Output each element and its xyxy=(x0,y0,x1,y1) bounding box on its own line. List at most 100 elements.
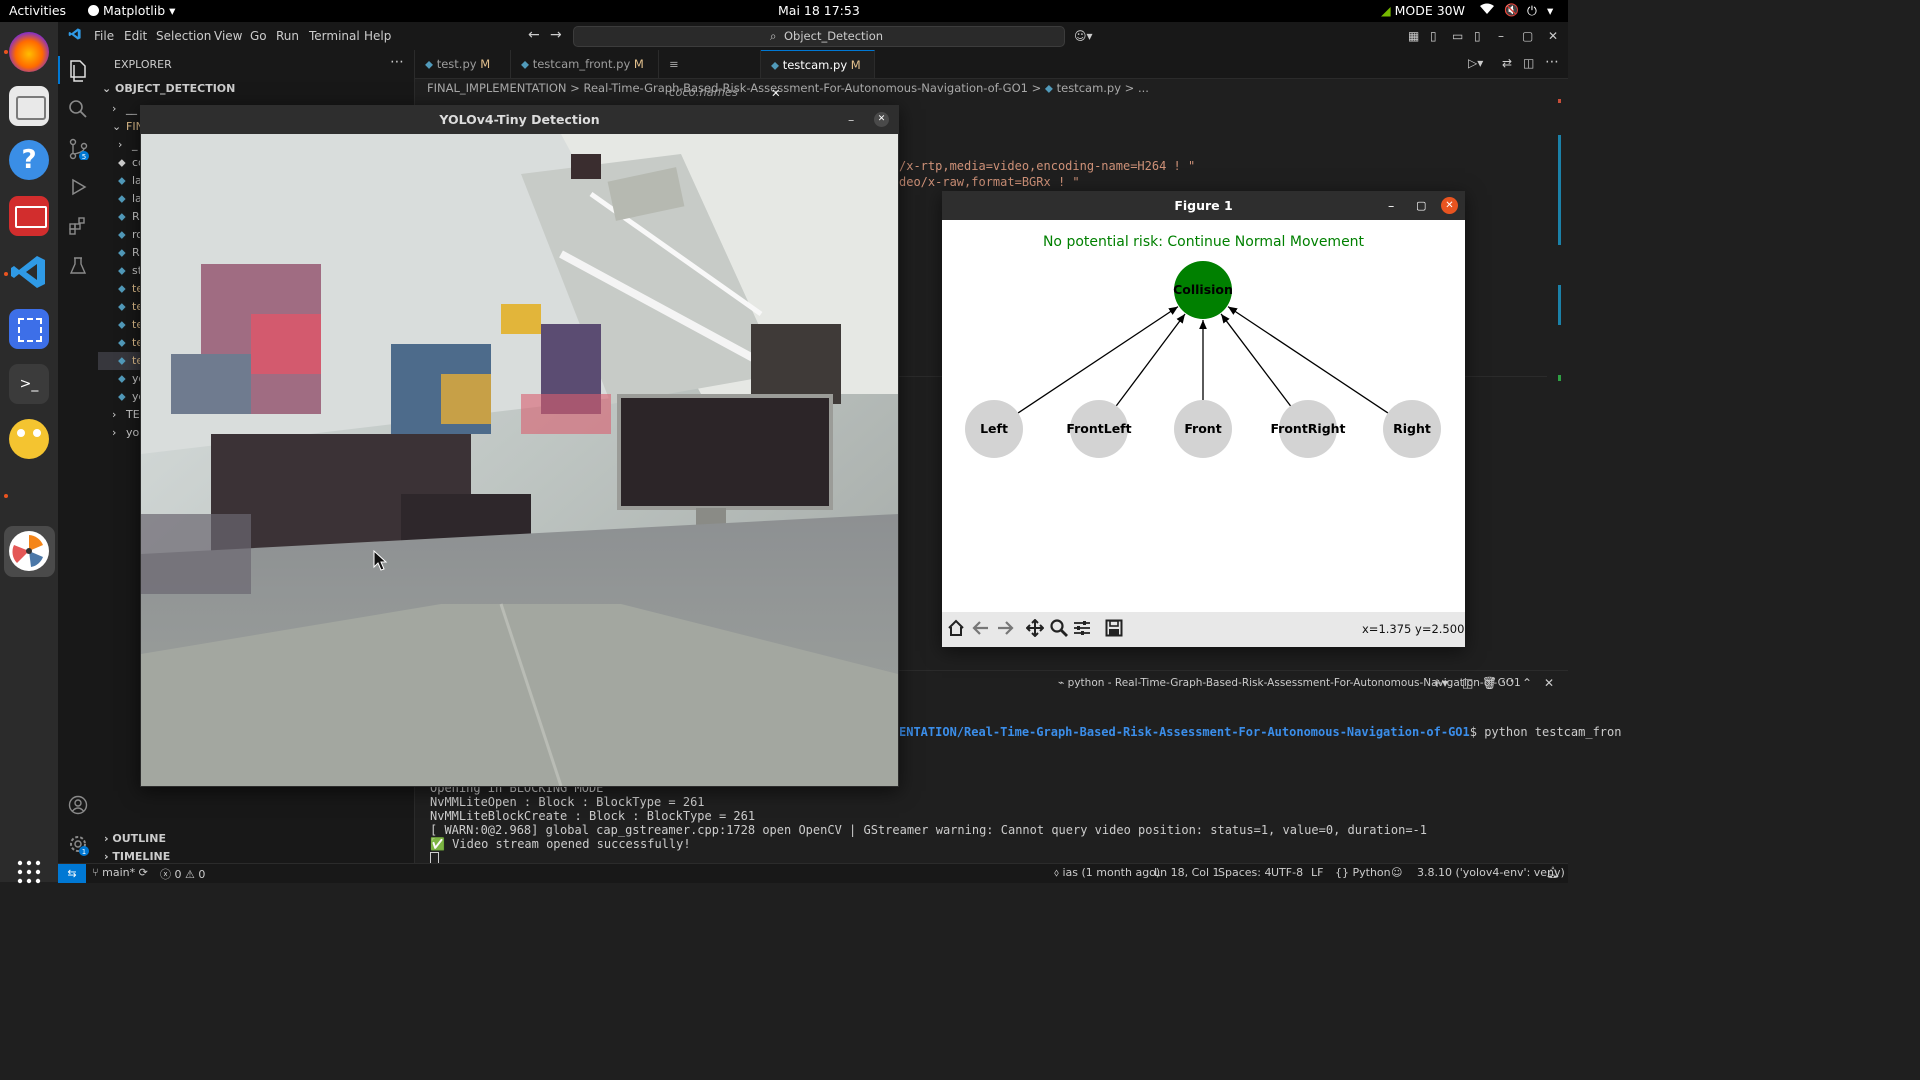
tab-test-py[interactable]: ⬥ test.py M xyxy=(415,50,511,78)
compare-changes-icon[interactable]: ⇄ xyxy=(1502,56,1512,70)
trash-icon[interactable]: 🗑 xyxy=(1482,676,1497,690)
show-apps-icon[interactable] xyxy=(17,860,41,884)
menu-selection[interactable]: Selection xyxy=(156,29,211,43)
toggle-panel-icon[interactable]: ▭ xyxy=(1452,29,1463,43)
system-monitor-icon[interactable] xyxy=(9,196,49,236)
power-icon[interactable]: ⏻ xyxy=(1527,3,1537,19)
split-terminal-icon[interactable]: ◫ xyxy=(1462,676,1473,690)
app-menu[interactable]: Matplotlib ▾ xyxy=(88,3,175,18)
toggle-secondary-sidebar-icon[interactable]: ▯ xyxy=(1474,29,1481,43)
testing-flask-icon[interactable] xyxy=(68,256,88,276)
account-icon[interactable] xyxy=(68,795,88,815)
run-python-file-icon[interactable]: ▷▾ xyxy=(1468,56,1483,70)
line-ending[interactable]: LF xyxy=(1311,866,1323,879)
frog-app-icon[interactable] xyxy=(9,419,49,459)
tab-coco-names[interactable]: ≡ coco.names xyxy=(659,50,761,99)
code-line[interactable]: /x-rtp,media=video,encoding-name=H264 ! … xyxy=(899,159,1195,173)
outline-section[interactable]: › OUTLINE xyxy=(104,832,166,845)
settings-gear-icon[interactable]: 1 xyxy=(68,834,90,856)
files-icon[interactable] xyxy=(9,86,49,126)
menu-edit[interactable]: Edit xyxy=(124,29,147,43)
close-icon[interactable]: ✕ xyxy=(1548,29,1558,43)
python-interpreter[interactable]: 3.8.10 ('yolov4-env': venv) xyxy=(1417,866,1565,879)
tab-testcam-front-py[interactable]: ⬥ testcam_front.py M xyxy=(511,50,659,78)
back-icon[interactable] xyxy=(972,619,990,637)
breadcrumb-item[interactable]: testcam.py xyxy=(1057,81,1121,95)
terminal-more-icon[interactable]: ⋯ xyxy=(1501,674,1514,689)
terminal-prompt[interactable]: ENTATION/Real-Time-Graph-Based-Risk-Asse… xyxy=(899,725,1621,739)
pan-icon[interactable] xyxy=(1026,619,1044,637)
home-icon[interactable] xyxy=(947,619,965,637)
cursor-position[interactable]: Ln 18, Col 1 xyxy=(1154,866,1220,879)
language-mode[interactable]: {} Python xyxy=(1335,866,1391,879)
search-icon[interactable] xyxy=(68,99,88,119)
power-mode-indicator[interactable]: ◢ MODE 30W xyxy=(1381,3,1465,18)
zoom-icon[interactable] xyxy=(1050,619,1068,637)
forward-arrow-icon[interactable]: → xyxy=(550,27,562,43)
minimize-icon[interactable]: – xyxy=(1498,29,1504,43)
more-actions-icon[interactable]: ⋯ xyxy=(390,54,404,70)
terminal-tab[interactable]: ⌁ python - Real-Time-Graph-Based-Risk-As… xyxy=(1058,677,1521,689)
firefox-icon[interactable] xyxy=(9,32,49,72)
workspace-section[interactable]: ⌄ OBJECT_DETECTION xyxy=(102,82,235,95)
minimize-icon[interactable]: – xyxy=(1388,191,1394,220)
problems-indicator[interactable]: ⓧ 0 ⚠ 0 xyxy=(160,866,205,882)
vscode-icon[interactable] xyxy=(9,252,49,292)
volume-icon[interactable]: 🔇 xyxy=(1504,3,1519,17)
indentation[interactable]: Spaces: 4 xyxy=(1218,866,1271,879)
notifications-bell-icon[interactable]: 🔔︎ xyxy=(1546,866,1560,879)
timeline-section[interactable]: › TIMELINE xyxy=(104,850,170,863)
figure-canvas[interactable]: No potential risk: Continue Normal Movem… xyxy=(942,220,1465,612)
screenshot-icon[interactable] xyxy=(9,309,49,349)
close-panel-icon[interactable]: ✕ xyxy=(1544,676,1554,690)
menu-view[interactable]: View xyxy=(214,29,242,43)
close-icon[interactable]: ✕ xyxy=(1441,197,1458,214)
close-icon[interactable]: ✕ xyxy=(874,112,889,127)
breadcrumb-item[interactable]: Real-Time-Graph-Based-Risk-Assessment-Fo… xyxy=(583,81,1027,95)
save-icon[interactable] xyxy=(1105,619,1123,637)
menu-help[interactable]: Help xyxy=(364,29,391,43)
breadcrumb-item[interactable]: FINAL_IMPLEMENTATION xyxy=(427,81,567,95)
yolo-detection-window[interactable]: YOLOv4-Tiny Detection – ✕ xyxy=(140,105,899,787)
minimize-icon[interactable]: – xyxy=(848,105,854,134)
menu-go[interactable]: Go xyxy=(250,29,267,43)
command-center-search[interactable]: ⌕ Object_Detection xyxy=(573,26,1065,47)
breadcrumb-item[interactable]: ... xyxy=(1138,81,1149,95)
layout-toggle-icon[interactable]: ▦ xyxy=(1408,29,1419,43)
menu-file[interactable]: File xyxy=(94,29,114,43)
maximize-icon[interactable]: ▢ xyxy=(1416,191,1426,220)
copilot-icon[interactable]: ☺▾ xyxy=(1074,29,1093,43)
editor-more-icon[interactable]: ⋯ xyxy=(1545,54,1559,70)
terminal-icon[interactable]: >_ xyxy=(9,364,49,404)
source-control-icon[interactable]: 5 xyxy=(68,138,90,160)
split-editor-icon[interactable]: ◫ xyxy=(1523,56,1534,70)
menu-terminal[interactable]: Terminal xyxy=(309,29,360,43)
code-line[interactable]: deo/x-raw,format=BGRx ! " xyxy=(899,175,1080,189)
wifi-icon[interactable] xyxy=(1480,3,1494,15)
toggle-sidebar-icon[interactable]: ▯ xyxy=(1430,29,1437,43)
maximize-panel-icon[interactable]: ⌃ xyxy=(1522,676,1532,690)
encoding[interactable]: UTF-8 xyxy=(1271,866,1303,879)
yolo-window-titlebar[interactable]: YOLOv4-Tiny Detection – ✕ xyxy=(140,105,899,134)
clock[interactable]: Mai 18 17:53 xyxy=(778,3,860,18)
git-branch[interactable]: ⑂ main* ⟳ xyxy=(92,866,148,879)
maximize-icon[interactable]: ▢ xyxy=(1522,29,1533,43)
run-debug-icon[interactable] xyxy=(68,177,88,197)
configure-subplots-icon[interactable] xyxy=(1073,619,1091,637)
menu-run[interactable]: Run xyxy=(276,29,299,43)
matplotlib-icon[interactable] xyxy=(9,531,49,571)
help-icon[interactable]: ? xyxy=(9,140,49,180)
figure-window-titlebar[interactable]: Figure 1 – ▢ ✕ xyxy=(942,191,1465,220)
remote-indicator-icon[interactable]: ⇆ xyxy=(58,864,86,883)
editor-scrollbar[interactable] xyxy=(1556,95,1562,385)
back-arrow-icon[interactable]: ← xyxy=(528,27,540,43)
git-blame[interactable]: ⬨ ias (1 month ago) xyxy=(1054,866,1160,880)
extensions-icon[interactable] xyxy=(68,216,88,236)
tab-testcam-py[interactable]: ⬥ testcam.py M ✕ xyxy=(761,50,875,100)
new-terminal-icon[interactable]: +▾ xyxy=(1432,676,1448,690)
copilot-status-icon[interactable]: ☺ xyxy=(1391,866,1402,879)
forward-icon[interactable] xyxy=(996,619,1014,637)
activities-button[interactable]: Activities xyxy=(9,3,66,18)
explorer-icon[interactable] xyxy=(68,60,88,82)
matplotlib-figure-window[interactable]: Figure 1 – ▢ ✕ No potential risk: Contin… xyxy=(942,191,1465,647)
